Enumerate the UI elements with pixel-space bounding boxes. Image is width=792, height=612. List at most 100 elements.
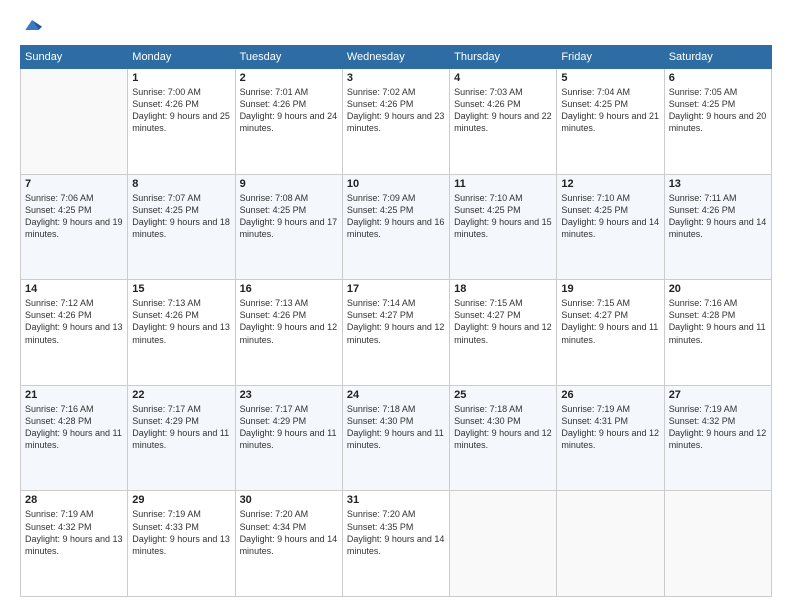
day-info: Sunrise: 7:02 AMSunset: 4:26 PMDaylight:… xyxy=(347,86,445,135)
calendar-cell: 28 Sunrise: 7:19 AMSunset: 4:32 PMDayligh… xyxy=(21,491,128,597)
calendar-cell: 5Sunrise: 7:04 AMSunset: 4:25 PMDaylight… xyxy=(557,69,664,175)
day-info: Sunrise: 7:06 AMSunset: 4:25 PMDaylight:… xyxy=(25,192,123,241)
calendar-cell: 31 Sunrise: 7:20 AMSunset: 4:35 PMDayligh… xyxy=(342,491,449,597)
calendar-cell: 17Sunrise: 7:14 AMSunset: 4:27 PMDayligh… xyxy=(342,280,449,386)
day-number: 24 xyxy=(347,389,445,401)
day-info: Sunrise: 7:13 AMSunset: 4:26 PMDaylight:… xyxy=(132,297,230,346)
calendar-cell: 12Sunrise: 7:10 AMSunset: 4:25 PMDayligh… xyxy=(557,174,664,280)
logo xyxy=(20,15,42,35)
day-number: 26 xyxy=(561,389,659,401)
day-info: Sunrise: 7:03 AMSunset: 4:26 PMDaylight:… xyxy=(454,86,552,135)
day-number: 8 xyxy=(132,178,230,190)
calendar-cell: 18 Sunrise: 7:15 AMSunset: 4:27 PMDayligh… xyxy=(450,280,557,386)
day-info: Sunrise: 7:18 AMSunset: 4:30 PMDaylight:… xyxy=(347,403,445,452)
day-number: 15 xyxy=(132,283,230,295)
calendar-cell xyxy=(450,491,557,597)
day-number: 21 xyxy=(25,389,123,401)
calendar-cell: 8 Sunrise: 7:07 AMSunset: 4:25 PMDaylight… xyxy=(128,174,235,280)
day-info: Sunrise: 7:15 AMSunset: 4:27 PMDaylight:… xyxy=(561,297,659,346)
calendar-week-row: 7 Sunrise: 7:06 AMSunset: 4:25 PMDaylight… xyxy=(21,174,772,280)
weekday-header: Saturday xyxy=(664,46,771,69)
day-info: Sunrise: 7:09 AMSunset: 4:25 PMDaylight:… xyxy=(347,192,445,241)
calendar-cell: 22 Sunrise: 7:17 AMSunset: 4:29 PMDayligh… xyxy=(128,385,235,491)
day-number: 27 xyxy=(669,389,767,401)
calendar-cell: 21 Sunrise: 7:16 AMSunset: 4:28 PMDayligh… xyxy=(21,385,128,491)
weekday-header: Friday xyxy=(557,46,664,69)
calendar-cell: 19Sunrise: 7:15 AMSunset: 4:27 PMDayligh… xyxy=(557,280,664,386)
day-number: 25 xyxy=(454,389,552,401)
day-info: Sunrise: 7:17 AMSunset: 4:29 PMDaylight:… xyxy=(240,403,338,452)
day-info: Sunrise: 7:01 AMSunset: 4:26 PMDaylight:… xyxy=(240,86,338,135)
calendar-week-row: 14 Sunrise: 7:12 AMSunset: 4:26 PMDayligh… xyxy=(21,280,772,386)
calendar-cell: 4Sunrise: 7:03 AMSunset: 4:26 PMDaylight… xyxy=(450,69,557,175)
calendar-cell: 27Sunrise: 7:19 AMSunset: 4:32 PMDayligh… xyxy=(664,385,771,491)
day-number: 10 xyxy=(347,178,445,190)
day-number: 1 xyxy=(132,72,230,84)
calendar-cell: 3 Sunrise: 7:02 AMSunset: 4:26 PMDaylight… xyxy=(342,69,449,175)
day-number: 18 xyxy=(454,283,552,295)
day-number: 31 xyxy=(347,494,445,506)
day-info: Sunrise: 7:18 AMSunset: 4:30 PMDaylight:… xyxy=(454,403,552,452)
calendar-week-row: 28 Sunrise: 7:19 AMSunset: 4:32 PMDayligh… xyxy=(21,491,772,597)
day-number: 14 xyxy=(25,283,123,295)
day-number: 7 xyxy=(25,178,123,190)
day-info: Sunrise: 7:20 AMSunset: 4:35 PMDaylight:… xyxy=(347,508,445,557)
day-info: Sunrise: 7:16 AMSunset: 4:28 PMDaylight:… xyxy=(25,403,123,452)
day-number: 23 xyxy=(240,389,338,401)
day-info: Sunrise: 7:05 AMSunset: 4:25 PMDaylight:… xyxy=(669,86,767,135)
calendar-cell: 1 Sunrise: 7:00 AMSunset: 4:26 PMDaylight… xyxy=(128,69,235,175)
day-info: Sunrise: 7:07 AMSunset: 4:25 PMDaylight:… xyxy=(132,192,230,241)
calendar-cell: 23 Sunrise: 7:17 AMSunset: 4:29 PMDayligh… xyxy=(235,385,342,491)
day-number: 22 xyxy=(132,389,230,401)
calendar-table: SundayMondayTuesdayWednesdayThursdayFrid… xyxy=(20,45,772,597)
day-info: Sunrise: 7:19 AMSunset: 4:32 PMDaylight:… xyxy=(25,508,123,557)
calendar-cell: 30 Sunrise: 7:20 AMSunset: 4:34 PMDayligh… xyxy=(235,491,342,597)
day-info: Sunrise: 7:10 AMSunset: 4:25 PMDaylight:… xyxy=(454,192,552,241)
calendar-cell: 10 Sunrise: 7:09 AMSunset: 4:25 PMDayligh… xyxy=(342,174,449,280)
day-number: 16 xyxy=(240,283,338,295)
day-info: Sunrise: 7:08 AMSunset: 4:25 PMDaylight:… xyxy=(240,192,338,241)
weekday-header-row: SundayMondayTuesdayWednesdayThursdayFrid… xyxy=(21,46,772,69)
weekday-header: Thursday xyxy=(450,46,557,69)
calendar-cell: 16Sunrise: 7:13 AMSunset: 4:26 PMDayligh… xyxy=(235,280,342,386)
calendar-cell: 24 Sunrise: 7:18 AMSunset: 4:30 PMDayligh… xyxy=(342,385,449,491)
calendar-cell: 20Sunrise: 7:16 AMSunset: 4:28 PMDayligh… xyxy=(664,280,771,386)
weekday-header: Monday xyxy=(128,46,235,69)
day-number: 29 xyxy=(132,494,230,506)
page: SundayMondayTuesdayWednesdayThursdayFrid… xyxy=(0,0,792,612)
calendar-cell: 14 Sunrise: 7:12 AMSunset: 4:26 PMDayligh… xyxy=(21,280,128,386)
calendar-cell: 2 Sunrise: 7:01 AMSunset: 4:26 PMDaylight… xyxy=(235,69,342,175)
calendar-cell: 25 Sunrise: 7:18 AMSunset: 4:30 PMDayligh… xyxy=(450,385,557,491)
logo-icon xyxy=(22,15,42,35)
calendar-cell xyxy=(21,69,128,175)
day-info: Sunrise: 7:14 AMSunset: 4:27 PMDaylight:… xyxy=(347,297,445,346)
day-number: 11 xyxy=(454,178,552,190)
day-number: 28 xyxy=(25,494,123,506)
weekday-header: Sunday xyxy=(21,46,128,69)
calendar-cell xyxy=(664,491,771,597)
day-info: Sunrise: 7:16 AMSunset: 4:28 PMDaylight:… xyxy=(669,297,767,346)
calendar-cell: 15 Sunrise: 7:13 AMSunset: 4:26 PMDayligh… xyxy=(128,280,235,386)
weekday-header: Wednesday xyxy=(342,46,449,69)
day-info: Sunrise: 7:12 AMSunset: 4:26 PMDaylight:… xyxy=(25,297,123,346)
calendar-week-row: 21 Sunrise: 7:16 AMSunset: 4:28 PMDayligh… xyxy=(21,385,772,491)
day-info: Sunrise: 7:04 AMSunset: 4:25 PMDaylight:… xyxy=(561,86,659,135)
day-number: 3 xyxy=(347,72,445,84)
day-number: 30 xyxy=(240,494,338,506)
day-info: Sunrise: 7:20 AMSunset: 4:34 PMDaylight:… xyxy=(240,508,338,557)
calendar-cell: 9Sunrise: 7:08 AMSunset: 4:25 PMDaylight… xyxy=(235,174,342,280)
calendar-cell: 6 Sunrise: 7:05 AMSunset: 4:25 PMDaylight… xyxy=(664,69,771,175)
day-info: Sunrise: 7:19 AMSunset: 4:33 PMDaylight:… xyxy=(132,508,230,557)
weekday-header: Tuesday xyxy=(235,46,342,69)
day-number: 12 xyxy=(561,178,659,190)
day-info: Sunrise: 7:00 AMSunset: 4:26 PMDaylight:… xyxy=(132,86,230,135)
calendar-cell: 7 Sunrise: 7:06 AMSunset: 4:25 PMDaylight… xyxy=(21,174,128,280)
calendar-cell: 29 Sunrise: 7:19 AMSunset: 4:33 PMDayligh… xyxy=(128,491,235,597)
day-number: 6 xyxy=(669,72,767,84)
calendar-week-row: 1 Sunrise: 7:00 AMSunset: 4:26 PMDaylight… xyxy=(21,69,772,175)
day-number: 2 xyxy=(240,72,338,84)
day-info: Sunrise: 7:11 AMSunset: 4:26 PMDaylight:… xyxy=(669,192,767,241)
day-info: Sunrise: 7:15 AMSunset: 4:27 PMDaylight:… xyxy=(454,297,552,346)
day-info: Sunrise: 7:17 AMSunset: 4:29 PMDaylight:… xyxy=(132,403,230,452)
day-info: Sunrise: 7:19 AMSunset: 4:31 PMDaylight:… xyxy=(561,403,659,452)
